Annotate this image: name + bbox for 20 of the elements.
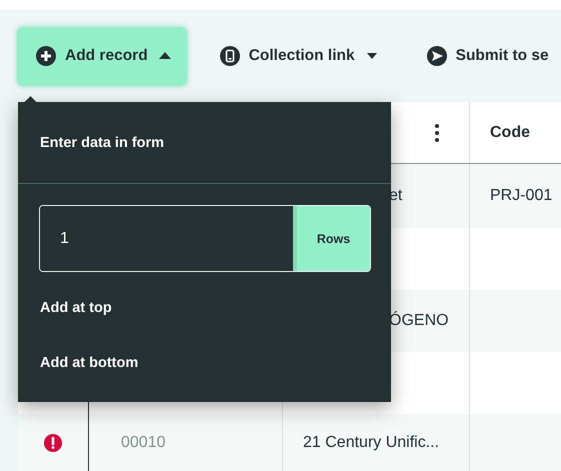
menu-heading: Enter data in form bbox=[40, 134, 164, 150]
menu-item[interactable]: Add at top bbox=[18, 280, 391, 335]
more-vertical-icon[interactable] bbox=[435, 124, 439, 142]
caret-icon bbox=[158, 52, 171, 60]
table-cell: ÓGENO bbox=[389, 312, 449, 330]
plus-circle-icon bbox=[36, 46, 56, 66]
unit-label: Rows bbox=[293, 206, 370, 271]
toolbar-button[interactable]: Add record bbox=[17, 26, 187, 86]
phone-icon bbox=[220, 46, 240, 66]
table-cell: PRJ-001 bbox=[490, 187, 552, 205]
rows-field[interactable]: 1 Rows bbox=[39, 205, 371, 272]
column-header: Code bbox=[490, 124, 530, 142]
table-cell: 00010 bbox=[121, 434, 166, 452]
toolbar-button[interactable]: Collection link bbox=[200, 26, 394, 86]
caret-icon bbox=[366, 52, 378, 60]
error-icon bbox=[44, 434, 62, 452]
menu-item[interactable]: Add at bottom bbox=[18, 335, 391, 390]
toolbar-button[interactable]: Submit to se bbox=[408, 26, 561, 86]
table-cell: 21 Century Unific... bbox=[303, 434, 440, 452]
send-icon bbox=[426, 46, 447, 66]
